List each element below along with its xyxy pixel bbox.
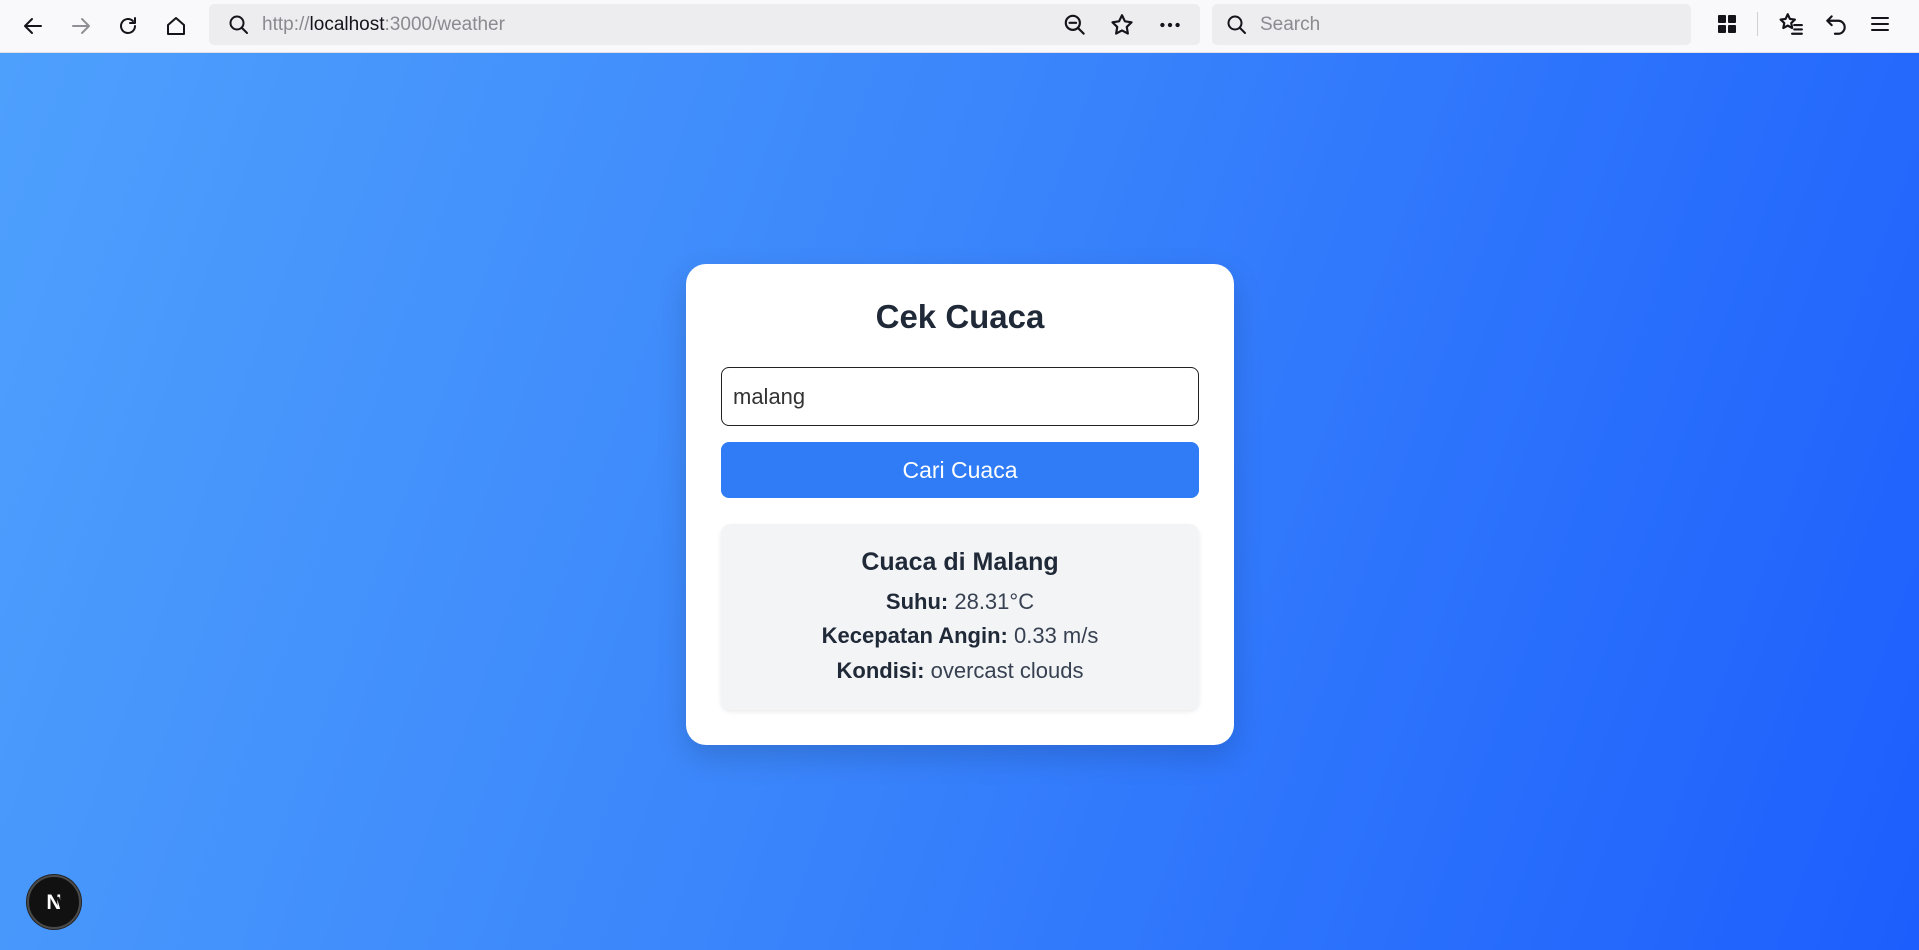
more-horizontal-icon [1160, 22, 1180, 28]
browser-search-input[interactable] [1260, 4, 1680, 45]
menu-button[interactable] [1866, 10, 1894, 38]
grid-icon [1718, 15, 1736, 33]
result-heading: Cuaca di Malang [861, 548, 1059, 576]
condition-row: Kondisi: overcast clouds [721, 658, 1199, 684]
page-background: Cek Cuaca Cari Cuaca Cuaca di Malang Suh… [0, 53, 1919, 950]
browser-toolbar: http://localhost:3000/weather [0, 0, 1919, 53]
wind-speed-label: Kecepatan Angin: [821, 623, 1008, 648]
undo-icon [1826, 15, 1846, 35]
url-prefix: http:// [262, 14, 310, 35]
condition-value: overcast clouds [930, 658, 1084, 683]
nextjs-logo-icon: N [46, 891, 64, 914]
temperature-row: Suhu: 28.31°C [721, 589, 1199, 615]
arrow-right-icon [72, 18, 90, 34]
condition-label: Kondisi: [836, 658, 925, 683]
url-text[interactable]: http://localhost:3000/weather [262, 14, 505, 36]
home-icon [167, 17, 185, 35]
extensions-button[interactable] [1713, 10, 1741, 38]
toolbar-separator [1757, 12, 1758, 36]
page-actions-button[interactable] [1157, 12, 1183, 38]
forward-button[interactable] [63, 8, 99, 44]
wind-speed-value: 0.33 m/s [1013, 623, 1099, 648]
zoom-out-icon [1064, 14, 1085, 35]
weather-card: Cek Cuaca Cari Cuaca Cuaca di Malang Suh… [686, 264, 1234, 745]
bookmark-star-button[interactable] [1109, 12, 1135, 38]
temperature-label: Suhu: [885, 589, 949, 614]
hamburger-icon [1871, 17, 1889, 31]
undo-button[interactable] [1822, 10, 1850, 38]
arrow-left-icon [24, 18, 42, 34]
reload-icon [120, 17, 136, 34]
wind-speed-row: Kecepatan Angin: 0.33 m/s [721, 623, 1199, 649]
search-weather-button[interactable]: Cari Cuaca [721, 442, 1199, 498]
weather-result-panel: Cuaca di Malang Suhu: 28.31°C Kecepatan … [721, 524, 1199, 710]
search-icon [229, 15, 248, 34]
search-icon [1227, 15, 1246, 34]
city-input[interactable] [721, 367, 1199, 426]
url-bar[interactable]: http://localhost:3000/weather [209, 4, 1200, 45]
search-bar [1212, 4, 1691, 45]
url-path: :3000/weather [384, 14, 505, 35]
star-icon [1111, 14, 1133, 35]
home-button[interactable] [158, 8, 194, 44]
zoom-button[interactable] [1062, 12, 1088, 38]
temperature-value: 28.31°C [954, 589, 1035, 614]
page-title: Cek Cuaca [875, 298, 1045, 335]
back-button[interactable] [15, 8, 51, 44]
reload-button[interactable] [110, 8, 146, 44]
url-host: localhost [309, 14, 385, 35]
bookmarks-button[interactable] [1777, 10, 1805, 38]
nextjs-dev-badge[interactable]: N [27, 875, 81, 929]
star-list-icon [1779, 13, 1803, 35]
